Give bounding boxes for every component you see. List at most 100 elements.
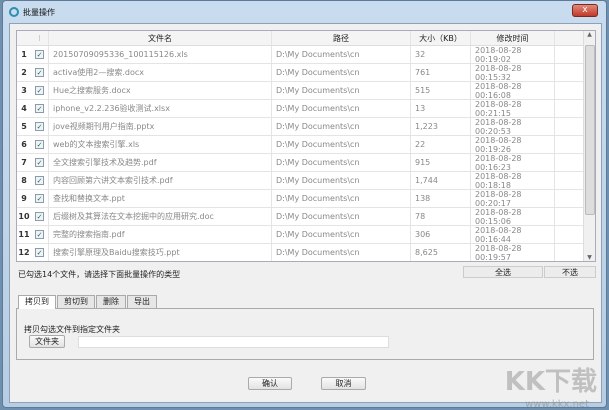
file-modified: 2018-08-28 00:18:18: [470, 172, 555, 190]
table-row[interactable]: 12 ✓ 搜索引擎原理及Baidu搜索技巧.ppt D:\My Document…: [17, 244, 595, 261]
file-size: 306: [410, 226, 470, 243]
file-name: 全文搜索引擎技术及趋势.pdf: [48, 154, 271, 171]
row-checkbox[interactable]: ✓: [35, 122, 44, 131]
folder-button[interactable]: 文件夹: [29, 335, 65, 348]
file-modified: 2018-08-28 00:20:17: [470, 190, 555, 208]
cancel-button[interactable]: 取消: [321, 377, 366, 390]
file-path: D:\My Documents\cn: [271, 154, 410, 171]
batch-operation-dialog: 批量操作 x ⁝ 文件名 路径 大小（KB） 修改时间 1 ✓ 20150709…: [2, 0, 607, 408]
file-modified: 2018-08-28 00:19:02: [470, 46, 555, 64]
row-number: 4: [21, 104, 27, 113]
table-row[interactable]: 8 ✓ 内容回顾第六讲文本索引技术.pdf D:\My Documents\cn…: [17, 172, 595, 190]
select-none-button[interactable]: 不选: [544, 266, 596, 278]
row-checkbox[interactable]: ✓: [35, 212, 44, 221]
scroll-up-icon[interactable]: ▲: [584, 31, 595, 38]
table-header: ⁝ 文件名 路径 大小（KB） 修改时间: [17, 31, 595, 46]
file-modified: 2018-08-28 00:16:44: [470, 226, 555, 244]
watermark-url: www.kkx.net: [525, 399, 589, 410]
header-path[interactable]: 路径: [271, 31, 410, 45]
table-row[interactable]: 2 ✓ activa使用2—搜索.docx D:\My Documents\cn…: [17, 64, 595, 82]
file-modified: 2018-08-28 00:15:32: [470, 64, 555, 82]
table-row[interactable]: 10 ✓ 后缀树及其算法在文本挖掘中的应用研究.doc D:\My Docume…: [17, 208, 595, 226]
row-checkbox[interactable]: ✓: [35, 158, 44, 167]
table-row[interactable]: 11 ✓ 完整的搜索指南.pdf D:\My Documents\cn 306 …: [17, 226, 595, 244]
file-size: 138: [410, 190, 470, 207]
row-number: 3: [21, 86, 27, 95]
panel-label: 拷贝勾选文件到指定文件夹: [24, 325, 120, 334]
file-name: web的文本搜索引擎.xls: [48, 136, 271, 153]
file-modified: 2018-08-28 00:20:53: [470, 118, 555, 136]
tab-copy[interactable]: 拷贝到: [18, 295, 56, 309]
row-number: 9: [21, 194, 27, 203]
table-row[interactable]: 1 ✓ 20150709095336_100115126.xls D:\My D…: [17, 46, 595, 64]
file-name: 查找和替换文本.ppt: [48, 190, 271, 207]
row-number: 6: [21, 140, 27, 149]
client-area: ⁝ 文件名 路径 大小（KB） 修改时间 1 ✓ 20150709095336_…: [9, 23, 602, 403]
file-size: 78: [410, 208, 470, 225]
file-path: D:\My Documents\cn: [271, 118, 410, 135]
window-title: 批量操作: [23, 7, 55, 17]
file-size: 8,625: [410, 244, 470, 261]
row-checkbox[interactable]: ✓: [35, 230, 44, 239]
close-button[interactable]: x: [572, 4, 598, 17]
scroll-thumb[interactable]: [585, 45, 595, 215]
row-number: 11: [18, 230, 30, 239]
row-checkbox[interactable]: ✓: [35, 176, 44, 185]
file-path: D:\My Documents\cn: [271, 244, 410, 261]
header-modified[interactable]: 修改时间: [470, 31, 555, 45]
row-number: 5: [21, 122, 27, 131]
file-modified: 2018-08-28 00:21:15: [470, 100, 555, 118]
table-row[interactable]: 9 ✓ 查找和替换文本.ppt D:\My Documents\cn 138 2…: [17, 190, 595, 208]
tab-export[interactable]: 导出: [127, 295, 157, 308]
row-checkbox[interactable]: ✓: [35, 68, 44, 77]
file-path: D:\My Documents\cn: [271, 190, 410, 207]
file-path: D:\My Documents\cn: [271, 136, 410, 153]
table-row[interactable]: 6 ✓ web的文本搜索引擎.xls D:\My Documents\cn 22…: [17, 136, 595, 154]
table-row[interactable]: 4 ✓ iphone_v2.2.236验收测试.xlsx D:\My Docum…: [17, 100, 595, 118]
file-modified: 2018-08-28 00:16:23: [470, 154, 555, 172]
row-checkbox[interactable]: ✓: [35, 86, 44, 95]
row-checkbox[interactable]: ✓: [35, 140, 44, 149]
table-row[interactable]: 7 ✓ 全文搜索引擎技术及趋势.pdf D:\My Documents\cn 9…: [17, 154, 595, 172]
file-modified: 2018-08-28 00:19:26: [470, 136, 555, 154]
header-name[interactable]: 文件名: [48, 31, 271, 45]
file-path: D:\My Documents\cn: [271, 226, 410, 243]
select-all-button[interactable]: 全选: [463, 266, 543, 278]
vertical-scrollbar[interactable]: ▲ ▼: [583, 31, 595, 261]
table-row[interactable]: 5 ✓ jove视频期刊用户指南.pptx D:\My Documents\cn…: [17, 118, 595, 136]
file-size: 761: [410, 64, 470, 81]
file-path: D:\My Documents\cn: [271, 172, 410, 189]
row-checkbox[interactable]: ✓: [35, 50, 44, 59]
row-checkbox[interactable]: ✓: [35, 194, 44, 203]
file-table: ⁝ 文件名 路径 大小（KB） 修改时间 1 ✓ 20150709095336_…: [16, 30, 596, 262]
file-name: 搜索引擎原理及Baidu搜索技巧.ppt: [48, 244, 271, 261]
row-checkbox[interactable]: ✓: [35, 104, 44, 113]
file-name: 20150709095336_100115126.xls: [48, 46, 271, 63]
search-icon: [9, 7, 19, 17]
file-size: 32: [410, 46, 470, 63]
file-size: 1,744: [410, 172, 470, 189]
operation-tabs: 拷贝到 剪切到 删除 导出: [18, 295, 158, 309]
scroll-down-icon[interactable]: ▼: [584, 254, 595, 261]
tab-delete[interactable]: 删除: [96, 295, 126, 308]
file-path: D:\My Documents\cn: [271, 64, 410, 81]
file-name: Hue之搜索服务.docx: [48, 82, 271, 99]
row-number: 2: [21, 68, 27, 77]
row-number: 12: [18, 248, 30, 257]
file-name: 后缀树及其算法在文本挖掘中的应用研究.doc: [48, 208, 271, 225]
file-path: D:\My Documents\cn: [271, 46, 410, 63]
table-row[interactable]: 3 ✓ Hue之搜索服务.docx D:\My Documents\cn 515…: [17, 82, 595, 100]
file-size: 22: [410, 136, 470, 153]
confirm-button[interactable]: 确认: [248, 377, 292, 390]
row-checkbox[interactable]: ✓: [35, 248, 44, 257]
status-text: 已勾选14个文件，请选择下面批量操作的类型: [18, 270, 181, 279]
header-size[interactable]: 大小（KB）: [410, 31, 470, 45]
folder-path-input[interactable]: [78, 336, 389, 348]
file-modified: 2018-08-28 00:16:08: [470, 82, 555, 100]
file-name: 内容回顾第六讲文本索引技术.pdf: [48, 172, 271, 189]
file-modified: 2018-08-28 00:19:57: [470, 244, 555, 261]
sort-handle[interactable]: ⁝: [31, 34, 48, 43]
watermark-logo: KK下载: [504, 367, 597, 397]
file-size: 915: [410, 154, 470, 171]
tab-cut[interactable]: 剪切到: [57, 295, 95, 308]
